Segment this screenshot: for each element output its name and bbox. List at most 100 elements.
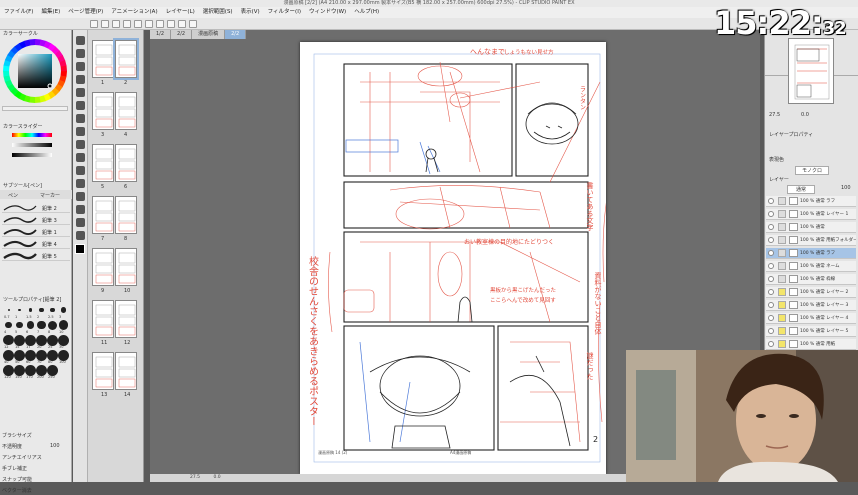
layer-item[interactable]: 100 % 通常 枠線 xyxy=(766,274,856,285)
pen-tool-icon[interactable] xyxy=(75,88,85,97)
page-thumbnail[interactable] xyxy=(115,196,137,234)
brush-size-option[interactable]: 0.7 xyxy=(3,305,14,320)
page-thumbnail[interactable] xyxy=(92,196,114,234)
page-thumbnail[interactable] xyxy=(115,300,137,338)
value-slider[interactable] xyxy=(12,153,52,157)
snap-icon[interactable] xyxy=(167,19,175,28)
eye-icon[interactable] xyxy=(768,237,774,243)
brush-size-option[interactable]: 150 xyxy=(14,364,25,380)
document-tab-1[interactable]: 2/2 xyxy=(171,30,193,39)
brush-size-option[interactable]: 70 xyxy=(36,349,47,365)
eye-icon[interactable] xyxy=(768,276,774,282)
pencil-tool-icon[interactable] xyxy=(75,101,85,110)
menu-item-3[interactable]: アニメーション(A) xyxy=(111,7,157,18)
eye-icon[interactable] xyxy=(768,198,774,204)
document-tab-3[interactable]: 2/2 xyxy=(225,30,247,39)
page-thumbnail[interactable] xyxy=(115,144,137,182)
tool-property-row[interactable]: 手ブレ補正 xyxy=(2,463,70,473)
brush-size-option[interactable]: 1.5 xyxy=(25,305,36,320)
frame-tool-icon[interactable] xyxy=(75,179,85,188)
page-thumbnail[interactable] xyxy=(115,248,137,286)
layer-opacity[interactable]: 100 xyxy=(841,185,851,191)
brush-size-option[interactable]: 40 xyxy=(3,349,14,365)
ruler-icon[interactable] xyxy=(178,19,186,28)
tool-property-row[interactable]: 不透明度 100 xyxy=(2,441,70,451)
brush-item[interactable]: 鉛筆 5 xyxy=(2,250,70,261)
main-color-icon[interactable] xyxy=(75,244,85,254)
brush-size-option[interactable]: 60 xyxy=(25,349,36,365)
select-tool-icon[interactable] xyxy=(75,62,85,71)
eye-icon[interactable] xyxy=(768,224,774,230)
brush-size-option[interactable]: 80 xyxy=(47,349,58,365)
page-thumbnail[interactable] xyxy=(113,38,139,80)
menu-item-8[interactable]: ウィンドウ(W) xyxy=(309,7,346,18)
tool-property-row[interactable]: スナップ可能 xyxy=(2,474,70,484)
saturation-slider[interactable] xyxy=(12,143,52,147)
brush-size-option[interactable]: 20 xyxy=(36,334,47,350)
transform-icon[interactable] xyxy=(156,19,164,28)
correct-line-tool-icon[interactable] xyxy=(75,231,85,240)
layer-item[interactable]: 100 % 通常 レイヤー 2 xyxy=(766,287,856,298)
eye-icon[interactable] xyxy=(768,289,774,295)
brush-size-option[interactable]: 250 xyxy=(47,364,58,380)
layer-item[interactable]: 100 % 通常 ネーム xyxy=(766,261,856,272)
brush-size-option[interactable]: 2.5 xyxy=(47,305,58,320)
eye-icon[interactable] xyxy=(768,302,774,308)
page-thumbnail[interactable] xyxy=(115,92,137,130)
brush-item[interactable]: 鉛筆 2 xyxy=(2,202,70,213)
menu-item-9[interactable]: ヘルプ(H) xyxy=(354,7,379,18)
layer-item[interactable]: 100 % 通常 用紙 xyxy=(766,339,856,350)
navigator-angle[interactable]: 0.0 xyxy=(801,112,809,118)
brush-size-option[interactable]: 200 xyxy=(36,364,47,380)
page-thumbnail[interactable] xyxy=(115,352,137,390)
eye-icon[interactable] xyxy=(768,315,774,321)
balloon-tool-icon[interactable] xyxy=(75,218,85,227)
brush-size-option[interactable]: 15 xyxy=(14,334,25,350)
gradient-tool-icon[interactable] xyxy=(75,153,85,162)
brush-size-option[interactable]: 12 xyxy=(3,334,14,350)
text-tool-icon[interactable] xyxy=(75,205,85,214)
ruler-tool-icon[interactable] xyxy=(75,192,85,201)
tool-property-row[interactable]: ベクター消去 xyxy=(2,485,70,495)
brush-size-option[interactable]: 4 xyxy=(3,320,14,335)
hue-slider[interactable] xyxy=(12,133,52,137)
manga-page[interactable]: へんなまで しょうもない見せ方 ランタン 校舎のせんさくをあきらめるポスター 書… xyxy=(300,42,613,474)
save-icon[interactable] xyxy=(112,19,120,28)
page-thumbnail[interactable] xyxy=(92,352,114,390)
brush-size-option[interactable]: 17 xyxy=(25,334,36,350)
brush-tool-icon[interactable] xyxy=(75,114,85,123)
document-tab-0[interactable]: 1/2 xyxy=(150,30,172,39)
brush-size-option[interactable]: 50 xyxy=(14,349,25,365)
menu-item-5[interactable]: 選択範囲(S) xyxy=(203,7,233,18)
eye-icon[interactable] xyxy=(768,341,774,347)
document-tab-2[interactable]: 漫画原稿 xyxy=(192,30,226,39)
brush-size-option[interactable]: 8 xyxy=(47,320,58,335)
menu-item-1[interactable]: 編集(E) xyxy=(41,7,60,18)
page-thumbnail[interactable] xyxy=(92,92,114,130)
brush-item[interactable]: 鉛筆 3 xyxy=(2,214,70,225)
menu-item-2[interactable]: ページ管理(P) xyxy=(68,7,103,18)
effect-color-select[interactable]: モノクロ xyxy=(795,166,830,175)
layer-item[interactable]: 100 % 通常 用紙フォルダー xyxy=(766,235,856,246)
page-thumbnail[interactable] xyxy=(92,144,114,182)
menu-item-0[interactable]: ファイル(F) xyxy=(4,7,33,18)
eye-icon[interactable] xyxy=(768,328,774,334)
new-icon[interactable] xyxy=(90,19,98,28)
redo-icon[interactable] xyxy=(134,19,142,28)
page-thumbnail[interactable] xyxy=(92,40,114,78)
page-thumbnail[interactable] xyxy=(92,300,114,338)
menu-item-4[interactable]: レイヤー(L) xyxy=(166,7,195,18)
eye-icon[interactable] xyxy=(768,263,774,269)
fill-tool-icon[interactable] xyxy=(75,140,85,149)
subtool-tab-pen[interactable]: ペン xyxy=(8,192,18,199)
brush-size-option[interactable]: 1 xyxy=(14,305,25,320)
brush-size-option[interactable]: 5 xyxy=(14,320,25,335)
brush-size-option[interactable]: 30 xyxy=(58,334,69,350)
color-swatch-bar[interactable] xyxy=(2,106,68,111)
tool-property-row[interactable]: ブラシサイズ xyxy=(2,430,70,440)
layer-item[interactable]: 100 % 通常 ラフ xyxy=(766,196,856,207)
layer-item[interactable]: 100 % 通常 ラフ xyxy=(766,248,856,259)
clear-icon[interactable] xyxy=(145,19,153,28)
color-wheel[interactable] xyxy=(2,38,68,104)
undo-icon[interactable] xyxy=(123,19,131,28)
